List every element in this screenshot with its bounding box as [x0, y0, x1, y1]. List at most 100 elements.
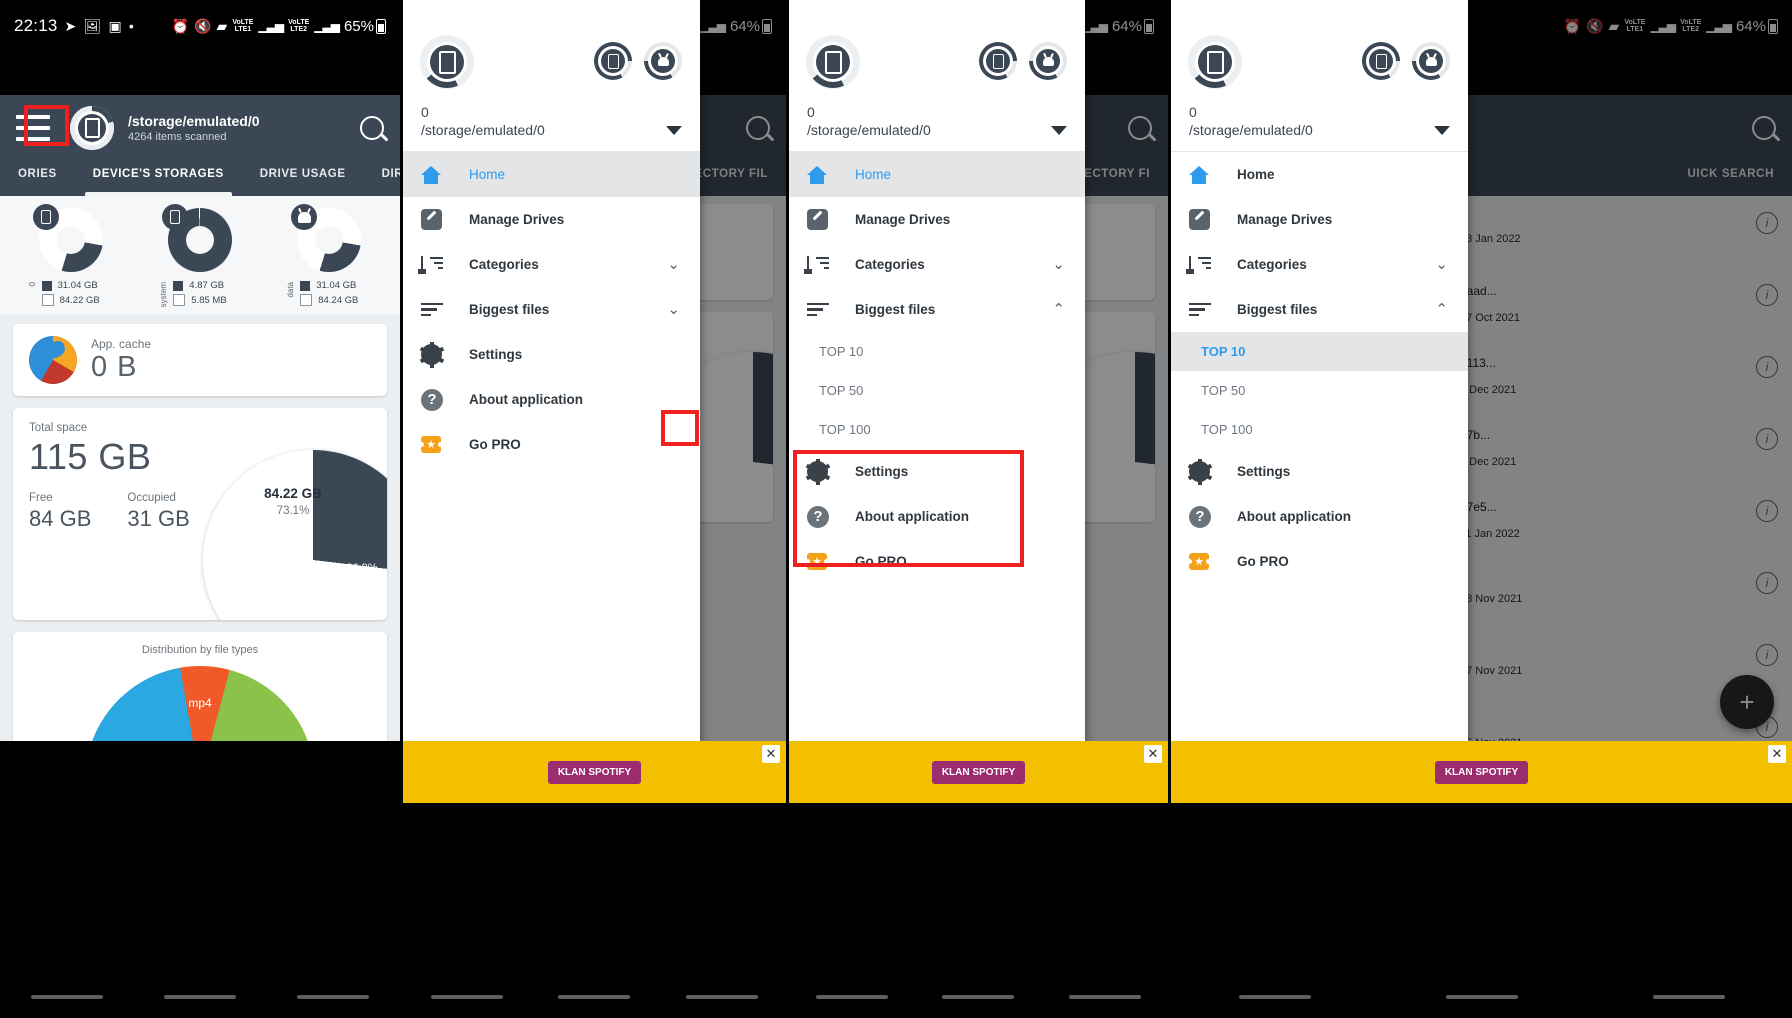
- sidebar-item-home[interactable]: Home: [403, 152, 700, 197]
- drawer-header: 0 /storage/emulated/0: [789, 0, 1085, 152]
- submenu-item-top-50[interactable]: TOP 50: [789, 371, 1085, 410]
- dot-icon: •: [128, 18, 135, 34]
- storage-card-2[interactable]: data 31.04 GB 84.24 GB: [279, 204, 379, 306]
- chevron-down-icon[interactable]: ⌄: [667, 302, 680, 317]
- volte1-icon: VoLTE LTE1: [232, 19, 254, 33]
- chevron-down-icon[interactable]: ⌄: [1435, 257, 1448, 272]
- gesture-pill-icon[interactable]: [558, 995, 631, 999]
- chevron-up-icon[interactable]: ⌃: [1052, 302, 1065, 317]
- total-space-card: Total space 115 GB Free 84 GB Occupied 3…: [13, 408, 387, 620]
- pie-slice-label-free: 84.22 GB 73.1%: [264, 486, 322, 517]
- chevron-down-icon[interactable]: ⌄: [1052, 257, 1065, 272]
- phone-drive-icon[interactable]: [1362, 42, 1400, 80]
- battery-percent: 65%: [343, 17, 374, 35]
- sidebar-item-settings[interactable]: Settings: [1171, 449, 1468, 494]
- sidebar-item-manage-drives[interactable]: Manage Drives: [789, 197, 1085, 242]
- tab-devices-storages[interactable]: DEVICE'S STORAGES: [75, 152, 242, 196]
- phone-drive-icon[interactable]: [594, 42, 632, 80]
- legend-used-1: 4.87 GB: [173, 280, 226, 291]
- caret-down-icon[interactable]: [1434, 126, 1450, 135]
- sidebar-item-settings[interactable]: Settings: [403, 332, 700, 377]
- gesture-pill-icon[interactable]: [430, 995, 503, 999]
- sidebar-item-categories[interactable]: Categories ⌄: [1171, 242, 1468, 287]
- chevron-up-icon[interactable]: ⌃: [1435, 302, 1448, 317]
- sidebar-item-biggest-files[interactable]: Biggest files ⌃: [1171, 287, 1468, 332]
- ad-cta-button[interactable]: KLAN SPOTIFY: [931, 760, 1026, 784]
- gesture-pill-icon[interactable]: [1652, 995, 1725, 999]
- status-bar: 22:13 ➤ 🖼 ▣ • ⏰ 🔇 ▰ VoLTE LTE1 ▁▃▅ VoLTE…: [0, 0, 400, 52]
- android-drive-icon[interactable]: [1412, 42, 1450, 80]
- sidebar-item-about[interactable]: ? About application: [403, 377, 700, 422]
- legend-used-0: 31.04 GB: [41, 280, 100, 291]
- home-icon: [807, 165, 837, 184]
- submenu-item-top-100[interactable]: TOP 100: [1171, 410, 1468, 449]
- sidebar-item-go-pro[interactable]: ★ Go PRO: [1171, 539, 1468, 584]
- phone-drive-icon[interactable]: [807, 36, 859, 88]
- chevron-highlight-box: [661, 410, 699, 446]
- gesture-pill-icon[interactable]: [297, 995, 370, 999]
- sidebar-item-home[interactable]: Home: [1171, 152, 1468, 197]
- ad-banner[interactable]: KLAN SPOTIFY ✕: [403, 741, 786, 803]
- app-cache-card[interactable]: App. cache 0 B: [13, 324, 387, 396]
- gesture-pill-icon[interactable]: [942, 995, 1015, 999]
- close-icon[interactable]: ✕: [1144, 745, 1162, 763]
- ad-cta-button[interactable]: KLAN SPOTIFY: [1434, 760, 1529, 784]
- panel-4-top10-selected: 22:14 🖼 ➤ ▣ • ⏰ 🔇 ▰ VoLTELTE1 ▁▃▅ VoLTEL…: [1171, 0, 1792, 1018]
- question-icon: ?: [421, 388, 451, 411]
- caret-down-icon[interactable]: [1051, 126, 1067, 135]
- submenu-item-top-100[interactable]: TOP 100: [789, 410, 1085, 449]
- search-icon[interactable]: [360, 116, 384, 140]
- storage-legend-2: data 31.04 GB 84.24 GB: [286, 280, 358, 306]
- app-icon: ▣: [108, 18, 122, 34]
- phone-drive-icon[interactable]: [979, 42, 1017, 80]
- gesture-pill-icon[interactable]: [30, 995, 103, 999]
- gesture-pill-icon[interactable]: [816, 995, 889, 999]
- sidebar-item-categories[interactable]: Categories ⌄: [403, 242, 700, 287]
- gear-icon: [1187, 458, 1219, 485]
- gesture-pill-icon[interactable]: [1068, 995, 1141, 999]
- submenu-item-top-10[interactable]: TOP 10: [789, 332, 1085, 371]
- sidebar-item-about[interactable]: ? About application: [1171, 494, 1468, 539]
- tab-drive-usage[interactable]: DRIVE USAGE: [242, 152, 364, 196]
- gesture-pill-icon[interactable]: [686, 995, 759, 999]
- sort-icon: [804, 255, 837, 274]
- android-drive-icon[interactable]: [1029, 42, 1067, 80]
- storage-card-0[interactable]: 0 31.04 GB 84.22 GB: [21, 204, 121, 306]
- tab-directory-files[interactable]: DIRECTORY FIL: [364, 152, 400, 196]
- pencil-icon: [807, 209, 837, 230]
- chevron-down-icon[interactable]: ⌄: [667, 257, 680, 272]
- gear-icon: [419, 341, 451, 368]
- sidebar-item-home[interactable]: Home: [789, 152, 1085, 197]
- ad-cta-button[interactable]: KLAN SPOTIFY: [547, 760, 642, 784]
- ad-banner[interactable]: KLAN SPOTIFY ✕: [1171, 741, 1792, 803]
- screen-bottom-black: [789, 803, 1168, 976]
- sidebar-item-go-pro[interactable]: ★ Go PRO: [403, 422, 700, 467]
- sidebar-item-biggest-files[interactable]: Biggest files ⌃: [789, 287, 1085, 332]
- legend-free-0: 84.22 GB: [41, 294, 100, 306]
- submenu-item-top-50[interactable]: TOP 50: [1171, 371, 1468, 410]
- pie-slice-label-occupied: 26.9% 31.04 GB: [333, 562, 387, 591]
- gesture-pill-icon[interactable]: [163, 995, 236, 999]
- sidebar-item-biggest-files[interactable]: Biggest files ⌄: [403, 287, 700, 332]
- tab-categories[interactable]: ORIES: [0, 152, 75, 196]
- storage-card-1[interactable]: system 4.87 GB 5.85 MB: [150, 204, 250, 307]
- status-time: 22:13: [14, 16, 58, 35]
- legend-free-1: 5.85 MB: [173, 294, 227, 306]
- sidebar-item-manage-drives[interactable]: Manage Drives: [1171, 197, 1468, 242]
- sidebar-item-manage-drives[interactable]: Manage Drives: [403, 197, 700, 242]
- phone-drive-icon[interactable]: [1189, 36, 1241, 88]
- current-drive-badge[interactable]: [70, 106, 114, 150]
- gesture-pill-icon[interactable]: [1445, 995, 1518, 999]
- caret-down-icon[interactable]: [666, 126, 682, 135]
- sort-icon: [1186, 255, 1219, 274]
- battery-icon: [376, 18, 386, 34]
- gesture-pill-icon[interactable]: [1238, 995, 1311, 999]
- ad-banner[interactable]: KLAN SPOTIFY ✕: [789, 741, 1168, 803]
- close-icon[interactable]: ✕: [1768, 745, 1786, 763]
- sidebar-item-categories[interactable]: Categories ⌄: [789, 242, 1085, 287]
- submenu-item-top-10[interactable]: TOP 10: [1171, 332, 1468, 371]
- phone-drive-icon[interactable]: [421, 36, 473, 88]
- close-icon[interactable]: ✕: [762, 745, 780, 763]
- android-drive-icon[interactable]: [644, 42, 682, 80]
- app-cache-value: 0 B: [91, 350, 138, 383]
